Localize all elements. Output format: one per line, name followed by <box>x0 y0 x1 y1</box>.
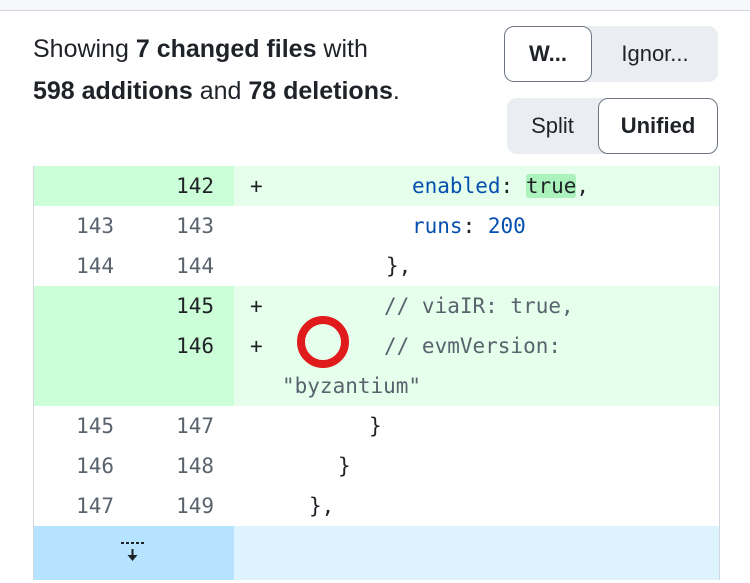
code-cell: }, <box>234 246 719 286</box>
diff-view-toggle: Split Unified <box>507 98 718 154</box>
whitespace-ignore-button[interactable]: Ignor... <box>592 26 718 82</box>
old-line-number[interactable]: 145 <box>34 406 134 446</box>
code-cell: } <box>234 406 719 446</box>
deletions-count: 78 deletions <box>248 77 393 105</box>
diff-row-group: 145 146 + // viaIR: true, + // evmVersio… <box>34 286 719 406</box>
diff-row: 143 143 runs: 200 <box>34 206 719 246</box>
old-line-number[interactable]: 144 <box>34 246 134 286</box>
new-line-number[interactable]: 142 <box>134 166 234 206</box>
code-line-wrap: "byzantium" <box>282 374 422 398</box>
code-line: }, <box>309 494 335 518</box>
diff-row: 145 147 } <box>34 406 719 446</box>
code-line: runs: 200 <box>412 214 526 238</box>
split-view-button[interactable]: Split <box>507 98 598 154</box>
diff-row: 144 144 }, <box>34 246 719 286</box>
diff-row: 142 + enabled: true, <box>34 166 719 206</box>
code-line: } <box>369 414 382 438</box>
new-line-number[interactable]: 149 <box>134 486 234 526</box>
expand-hunk-row <box>34 526 719 580</box>
code-line: // evmVersion: <box>384 334 562 358</box>
diff-summary: Showing 7 changed files with 598 additio… <box>33 28 453 112</box>
code-line: // viaIR: true, <box>384 294 574 318</box>
addition-marker: + <box>250 174 263 198</box>
addition-marker: + <box>250 334 263 358</box>
new-line-number[interactable]: 148 <box>134 446 234 486</box>
new-line-number[interactable]: 144 <box>134 246 234 286</box>
summary-suffix: . <box>392 77 400 105</box>
code-cell: } <box>234 446 719 486</box>
code-cell: }, <box>234 486 719 526</box>
code-line: } <box>338 454 351 478</box>
expand-down-button[interactable] <box>34 526 234 580</box>
addition-marker: + <box>250 294 263 318</box>
summary-text: and <box>192 77 249 105</box>
expand-row-fill <box>234 526 719 580</box>
old-line-number[interactable] <box>34 286 134 406</box>
code-line: enabled: true, <box>412 174 590 198</box>
whitespace-show-button[interactable]: W... <box>504 26 592 82</box>
top-divider <box>0 0 750 11</box>
diff-row: 147 149 }, <box>34 486 719 526</box>
summary-text: with <box>316 35 368 63</box>
old-line-number[interactable]: 143 <box>34 206 134 246</box>
changed-files-count: 7 changed files <box>135 35 317 63</box>
old-line-number[interactable] <box>34 166 134 206</box>
code-line: }, <box>386 254 412 278</box>
expand-down-icon <box>121 542 144 561</box>
old-line-number[interactable]: 146 <box>34 446 134 486</box>
diff-table: 142 + enabled: true, 143 143 runs: 200 1… <box>33 166 720 580</box>
old-line-number[interactable]: 147 <box>34 486 134 526</box>
summary-prefix: Showing <box>33 35 136 63</box>
diff-row: 146 148 } <box>34 446 719 486</box>
new-line-number[interactable]: 143 <box>134 206 234 246</box>
code-cell: runs: 200 <box>234 206 719 246</box>
red-circle-annotation <box>297 316 349 368</box>
new-line-number[interactable]: 145 146 <box>134 286 234 406</box>
new-line-number[interactable]: 147 <box>134 406 234 446</box>
additions-count: 598 additions <box>33 77 193 105</box>
unified-view-button[interactable]: Unified <box>598 98 718 154</box>
whitespace-toggle: W... Ignor... <box>504 26 718 82</box>
code-cell: + enabled: true, <box>234 166 719 206</box>
